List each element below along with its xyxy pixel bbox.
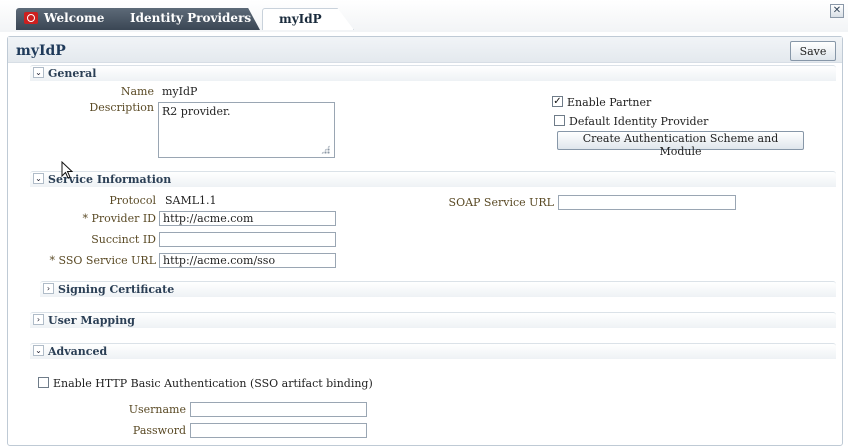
protocol-label: Protocol — [109, 194, 156, 207]
description-textarea[interactable] — [158, 102, 335, 158]
section-advanced-title: Advanced — [48, 345, 108, 358]
default-idp-label: Default Identity Provider — [569, 115, 709, 128]
section-service-header[interactable]: ⌄ Service Information — [30, 171, 836, 187]
username-input[interactable] — [190, 402, 367, 417]
succinct-id-input[interactable] — [159, 232, 336, 247]
section-user-mapping-title: User Mapping — [48, 314, 135, 327]
http-basic-auth-checkbox[interactable] — [38, 377, 49, 388]
section-general-header[interactable]: ⌄ General — [30, 65, 836, 81]
oracle-logo-icon — [24, 12, 38, 24]
name-label: Name — [120, 85, 154, 98]
description-label: Description — [89, 101, 154, 114]
create-auth-scheme-button[interactable]: Create Authentication Scheme and Module — [557, 131, 804, 158]
enable-partner-checkbox[interactable]: ✓ — [552, 96, 563, 107]
main-panel: myIdP Save ⌄ General Name myIdP Descript… — [7, 36, 843, 446]
succinct-id-label: Succinct ID — [91, 233, 156, 246]
tab-welcome-label: Welcome — [44, 11, 105, 25]
section-signing-title: Signing Certificate — [58, 283, 175, 296]
section-signing-header[interactable]: › Signing Certificate — [40, 281, 836, 297]
section-service-title: Service Information — [48, 173, 172, 186]
sso-service-url-input[interactable] — [159, 253, 336, 268]
soap-service-url-label: SOAP Service URL — [448, 196, 554, 209]
close-icon[interactable]: ✕ — [830, 4, 844, 18]
mouse-cursor-icon — [61, 161, 73, 179]
tab-welcome[interactable]: Welcome — [16, 8, 128, 30]
page-title: myIdP — [16, 43, 66, 59]
section-user-mapping-header[interactable]: › User Mapping — [30, 312, 836, 328]
panel-header: myIdP Save — [8, 37, 842, 63]
tab-identity-providers[interactable]: Identity Providers — [112, 8, 260, 30]
sso-service-url-label: * SSO Service URL — [49, 254, 156, 267]
default-idp-checkbox[interactable] — [554, 115, 565, 126]
tab-identity-providers-label: Identity Providers — [130, 11, 252, 25]
section-advanced-header[interactable]: ⌄ Advanced — [30, 343, 836, 359]
name-value: myIdP — [162, 85, 198, 98]
tab-bar: Welcome Identity Providers myIdP ✕ — [0, 0, 848, 32]
section-general-title: General — [48, 67, 97, 80]
tab-myidp-label: myIdP — [279, 12, 322, 26]
enable-partner-label: Enable Partner — [567, 96, 652, 109]
password-label: Password — [132, 424, 186, 437]
username-label: Username — [128, 403, 186, 416]
tab-myidp[interactable]: myIdP — [262, 8, 354, 30]
soap-service-url-input[interactable] — [558, 195, 736, 210]
http-basic-auth-label: Enable HTTP Basic Authentication (SSO ar… — [53, 377, 373, 390]
protocol-value: SAML1.1 — [165, 194, 217, 207]
provider-id-input[interactable] — [159, 211, 336, 226]
save-button[interactable]: Save — [790, 41, 836, 61]
password-input[interactable] — [190, 423, 367, 438]
provider-id-label: * Provider ID — [82, 212, 156, 225]
